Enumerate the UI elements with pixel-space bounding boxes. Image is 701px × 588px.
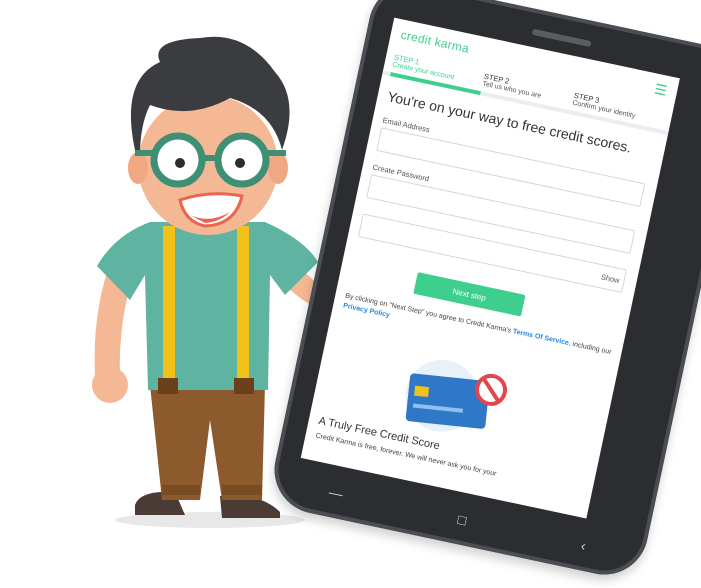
- phone-screen: credit karma ☰ STEP 1 Create your accoun…: [300, 17, 680, 519]
- left-suspender: [163, 226, 175, 391]
- right-ear: [268, 152, 288, 184]
- glasses-right-arm: [264, 150, 286, 156]
- home-nav-icon[interactable]: □: [456, 511, 468, 528]
- hamburger-menu-icon[interactable]: ☰: [653, 81, 669, 99]
- show-password-toggle[interactable]: Show: [600, 272, 620, 285]
- left-ear: [128, 152, 148, 184]
- glasses-bridge: [200, 155, 220, 161]
- left-eye: [175, 158, 185, 168]
- right-cuff: [222, 485, 262, 495]
- shirt: [97, 222, 318, 390]
- right-eye: [235, 158, 245, 168]
- glasses-left-arm: [135, 150, 157, 156]
- left-suspender-clip: [158, 378, 178, 394]
- recent-apps-nav-icon[interactable]: —: [327, 484, 344, 503]
- left-cuff: [162, 485, 200, 495]
- right-suspender-clip: [234, 378, 254, 394]
- left-hand: [92, 367, 128, 403]
- back-nav-icon[interactable]: ‹: [580, 537, 588, 554]
- pants: [150, 385, 265, 500]
- terms-of-service-link[interactable]: Terms Of Service: [512, 328, 569, 347]
- right-suspender: [237, 226, 249, 391]
- phone-speaker: [531, 28, 592, 48]
- legal-middle: , including our: [567, 340, 613, 357]
